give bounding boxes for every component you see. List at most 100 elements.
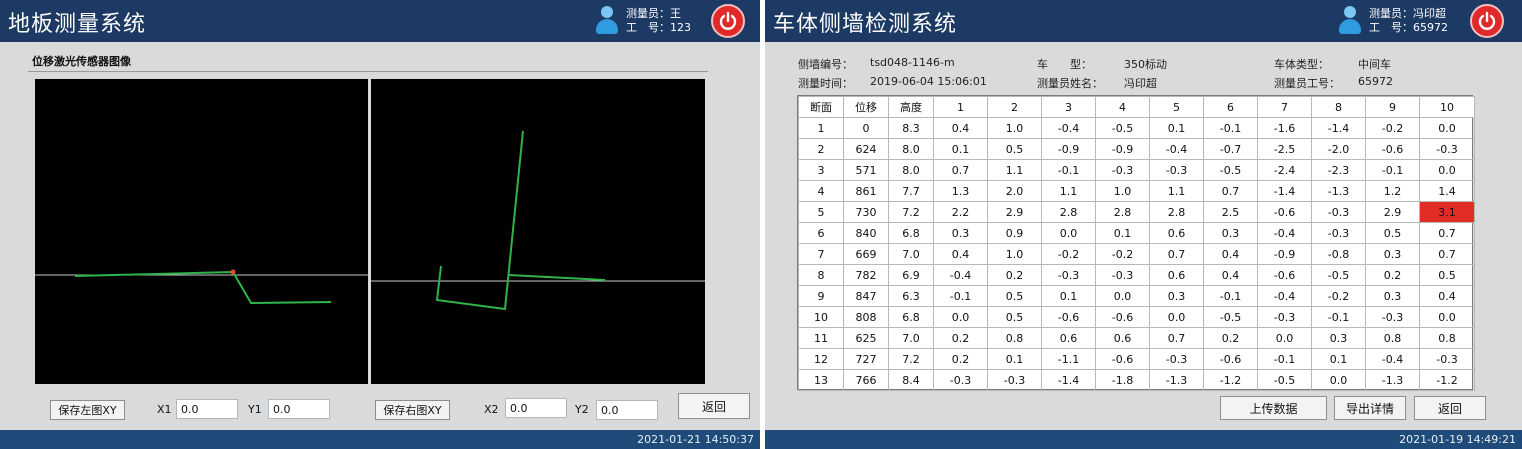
table-cell: 8.0 — [888, 159, 934, 181]
table-cell: 0.4 — [1419, 285, 1475, 307]
body-type-value: 中间车 — [1358, 58, 1391, 71]
table-cell: -0.4 — [1149, 138, 1204, 160]
table-cell: 7.2 — [888, 348, 934, 370]
operator-name: 测量员：冯印超 — [1369, 7, 1446, 20]
table-cell: -1.3 — [1365, 369, 1420, 391]
table-cell: -0.3 — [1419, 138, 1475, 160]
table-cell: 808 — [843, 306, 889, 328]
table-cell: -1.2 — [1419, 369, 1475, 391]
table-cell: -0.3 — [933, 369, 988, 391]
table-cell: -1.4 — [1257, 180, 1312, 202]
back-button[interactable]: 返回 — [1414, 396, 1486, 420]
section-title: 位移激光传感器图像 — [32, 55, 131, 68]
table-cell: 0.5 — [1365, 222, 1420, 244]
table-cell: -0.1 — [1041, 159, 1096, 181]
table-cell: 0.7 — [1419, 222, 1475, 244]
table-cell: 2.8 — [1095, 201, 1150, 223]
floor-measurement-window: 地板测量系统 测量员：王 工 号：123 位移激光传感器图像 保存左图XY X1… — [0, 0, 760, 449]
table-cell: 8.0 — [888, 138, 934, 160]
table-cell: -0.2 — [1365, 117, 1420, 139]
table-cell: 669 — [843, 243, 889, 265]
x2-input[interactable] — [505, 398, 567, 418]
x1-input[interactable] — [176, 399, 238, 419]
table-row: 12 727 7.2 0.2 0.1 -1.1 -0.6 -0.3 -0.6 -0.1 0.1 -0.… — [798, 348, 1475, 370]
table-cell: 0.6 — [1095, 327, 1150, 349]
table-cell: 0.2 — [933, 327, 988, 349]
back-button[interactable]: 返回 — [678, 393, 750, 419]
table-cell: 571 — [843, 159, 889, 181]
table-row: 8 782 6.9 -0.4 0.2 -0.3 -0.3 0.6 0.4 -0.6 -0.5 0.2 0… — [798, 264, 1475, 286]
power-icon[interactable] — [711, 4, 745, 38]
body-type: 车体类型： 中间车 — [1274, 56, 1391, 72]
table-cell: 730 — [843, 201, 889, 223]
table-cell: 0.0 — [933, 306, 988, 328]
table-cell: 0.5 — [987, 138, 1042, 160]
table-cell: -0.3 — [1149, 348, 1204, 370]
table-cell: -1.1 — [1041, 348, 1096, 370]
operator-name-field: 测量员姓名： 冯印超 — [1037, 75, 1157, 91]
table-cell: 727 — [843, 348, 889, 370]
body-type-label: 车体类型： — [1274, 58, 1329, 71]
table-cell: -0.1 — [1365, 159, 1420, 181]
y1-input[interactable] — [268, 399, 330, 419]
table-cell: -0.2 — [1041, 243, 1096, 265]
table-cell: -0.3 — [1095, 264, 1150, 286]
column-header: 2 — [987, 96, 1042, 118]
table-cell: 0.4 — [1203, 243, 1258, 265]
status-time: 2021-01-19 14:49:21 — [1399, 433, 1516, 446]
table-cell: -1.4 — [1041, 369, 1096, 391]
table-cell: 7 — [798, 243, 844, 265]
export-details-button[interactable]: 导出详情 — [1334, 396, 1406, 420]
upload-data-button[interactable]: 上传数据 — [1220, 396, 1327, 420]
table-cell: 847 — [843, 285, 889, 307]
table-cell: 0.1 — [933, 138, 988, 160]
right-sensor-image — [371, 79, 705, 384]
table-cell: 2.9 — [1365, 201, 1420, 223]
table-cell: -0.3 — [1095, 159, 1150, 181]
sidewall-inspection-window: 车体侧墙检测系统 测量员：冯印超 工 号：65972 侧墙编号： tsd048-… — [765, 0, 1522, 449]
table-cell: -0.5 — [1095, 117, 1150, 139]
table-cell: -0.3 — [1311, 201, 1366, 223]
operator-name-label: 测量员姓名： — [1037, 77, 1103, 90]
wall-number-value: tsd048-1146-m — [870, 56, 955, 69]
table-cell: 1 — [798, 117, 844, 139]
table-row: 10 808 6.8 0.0 0.5 -0.6 -0.6 0.0 -0.5 -0.3 -0.1 -0.… — [798, 306, 1475, 328]
table-cell: 0.3 — [933, 222, 988, 244]
table-cell: 12 — [798, 348, 844, 370]
table-cell: 0.9 — [987, 222, 1042, 244]
table-cell: -0.3 — [1041, 264, 1096, 286]
table-cell: -0.6 — [1041, 306, 1096, 328]
table-cell: 6.8 — [888, 306, 934, 328]
column-header: 1 — [933, 96, 988, 118]
table-cell: -0.9 — [1095, 138, 1150, 160]
table-cell: 0.6 — [1041, 327, 1096, 349]
table-cell: -0.6 — [1365, 138, 1420, 160]
power-icon[interactable] — [1470, 4, 1504, 38]
table-cell: 7.0 — [888, 243, 934, 265]
table-cell: 782 — [843, 264, 889, 286]
table-cell: 0.0 — [1419, 306, 1475, 328]
table-cell: 0.2 — [987, 264, 1042, 286]
edge-marker — [230, 269, 236, 275]
column-header: 3 — [1041, 96, 1096, 118]
profile-line — [435, 130, 524, 311]
title-bar: 地板测量系统 测量员：王 工 号：123 — [0, 0, 760, 42]
y2-input[interactable] — [596, 400, 658, 420]
column-header: 6 — [1203, 96, 1258, 118]
table-cell: 0.3 — [1149, 285, 1204, 307]
table-cell: 0.0 — [1419, 117, 1475, 139]
table-cell: 6 — [798, 222, 844, 244]
column-header: 位移 — [843, 96, 889, 118]
table-row: 7 669 7.0 0.4 1.0 -0.2 -0.2 0.7 0.4 -0.9 -0.8 0.3 0.… — [798, 243, 1475, 265]
table-cell: 0.6 — [1149, 222, 1204, 244]
table-cell: 8.3 — [888, 117, 934, 139]
table-cell: 0.7 — [933, 159, 988, 181]
table-cell: 1.2 — [1365, 180, 1420, 202]
save-right-button[interactable]: 保存右图XY — [375, 400, 450, 420]
table-cell: 7.2 — [888, 201, 934, 223]
table-cell: -0.6 — [1257, 264, 1312, 286]
table-cell: 0.0 — [1311, 369, 1366, 391]
column-header: 10 — [1419, 96, 1475, 118]
save-left-button[interactable]: 保存左图XY — [50, 400, 125, 420]
table-cell: -0.3 — [1311, 222, 1366, 244]
